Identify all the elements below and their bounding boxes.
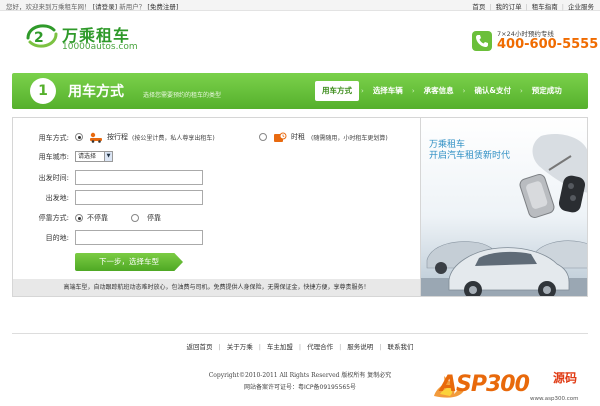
stop-none-label: 不停靠 [87, 214, 108, 222]
divider: | [298, 343, 302, 351]
depart-time-input[interactable] [75, 170, 203, 185]
car-keys-image [421, 134, 587, 296]
mode-trip-hint: (按公里计费，私人尊享出租车) [132, 134, 215, 142]
watermark-brand: ASP300 [440, 372, 530, 397]
footer-link-about[interactable]: 关于万乘 [227, 343, 253, 351]
footer-link-service[interactable]: 服务说明 [347, 343, 373, 351]
step-arrow-icon: › [462, 87, 466, 95]
logo-icon[interactable]: 2 [24, 20, 60, 52]
step-arrow-icon: › [361, 87, 364, 95]
welcome-area: 您好，欢迎来到万乘租车网！ [请登录] 新用户？ [免费注册] [6, 1, 178, 11]
step-tab-mode: 用车方式 [315, 81, 359, 101]
car-icon [89, 132, 103, 143]
divider: | [258, 343, 261, 351]
top-nav-home[interactable]: 首页 [472, 3, 485, 11]
footer-link-join[interactable]: 车主加盟 [267, 343, 293, 351]
divider: | [339, 343, 342, 351]
step-number: 1 [30, 78, 56, 104]
hotline-number: 400-600-5555 [497, 37, 599, 52]
stop-option-none[interactable]: 不停靠 [75, 211, 108, 225]
step-tab-confirm: 确认&支付 [474, 86, 511, 95]
top-nav-guide[interactable]: 租车指南 [532, 3, 558, 11]
top-bar: 您好，欢迎来到万乘租车网！ [请登录] 新用户？ [免费注册] 首页 | 我的订单 |… [0, 0, 600, 11]
watermark-brand-cn: 源码 [553, 371, 578, 385]
login-link[interactable]: [请登录] [93, 3, 118, 11]
depart-time-label: 出发时间: [38, 174, 69, 182]
stop-yes-radio[interactable] [131, 214, 139, 222]
mode-trip-label: 按行程 [107, 133, 128, 141]
chevron-down-icon: ▼ [104, 152, 112, 161]
city-select[interactable]: 请选择 ▼ [75, 151, 113, 162]
depart-place-label: 出发地: [45, 194, 69, 202]
footer-nav: 返回首页 | 关于万乘 | 车主加盟 | 代理合作 | 服务说明 | 联系我们 [0, 341, 600, 351]
divider: | [525, 3, 528, 11]
step-tab-vehicle: 选择车辆 [372, 86, 403, 95]
step-arrow-icon: › [411, 87, 415, 95]
step-arrow-icon: › [519, 87, 523, 95]
mode-option-hourly[interactable]: 时租 (随需随用，小时租车更划算) [259, 130, 388, 144]
watermark-url: www.asp300.com [530, 396, 579, 402]
step-tab-passenger: 承客信息 [423, 86, 454, 95]
city-label: 用车城市: [38, 153, 69, 161]
step-subtitle: 选择您需要预约的租车的类型 [143, 92, 222, 99]
promo-banner[interactable]: 万乘租车 开启汽车租赁新时代 [420, 117, 588, 297]
divider: | [379, 343, 382, 351]
phone-icon [472, 31, 492, 51]
stop-label: 停靠方式: [38, 214, 69, 222]
divider: | [218, 343, 221, 351]
footer-link-agent[interactable]: 代理合作 [307, 343, 333, 351]
top-nav-enterprise[interactable]: 企业服务 [568, 3, 594, 11]
stop-option-yes[interactable]: 停靠 [131, 211, 161, 225]
next-step-button[interactable]: 下一步，选择车型 [75, 253, 183, 271]
step-title: 用车方式 [68, 84, 124, 100]
mode-label: 用车方式: [38, 134, 69, 142]
mode-trip-radio[interactable] [75, 133, 83, 141]
destination-input[interactable] [75, 230, 203, 245]
service-notice: 高端车型，自动跟踪航班动态难时放心，包油费与司机，免费提供人身保险，无需保证金，… [13, 279, 420, 296]
register-link[interactable]: [免费注册] [147, 3, 178, 11]
divider: | [561, 3, 564, 11]
footer-divider [12, 333, 588, 334]
clock-icon [273, 132, 287, 142]
logo-domain: 10000autos.com [62, 42, 138, 52]
step-progress: 用车方式 › 选择车辆 › 承客信息 › 确认&支付 › 预定成功 [315, 81, 569, 101]
footer-link-home[interactable]: 返回首页 [186, 343, 212, 351]
welcome-text: 您好，欢迎来到万乘租车网！ [6, 3, 91, 11]
divider: | [489, 3, 492, 11]
footer-link-contact[interactable]: 联系我们 [388, 343, 414, 351]
mode-option-trip[interactable]: 按行程 (按公里计费，私人尊享出租车) [75, 130, 215, 144]
booking-form: 用车方式: 按行程 (按公里计费，私人尊享出租车) 时租 (随需随用，小时租车更… [12, 117, 420, 297]
mode-hourly-label: 时租 [291, 133, 305, 141]
top-nav: 首页 | 我的订单 | 租车指南 | 企业服务 [472, 1, 594, 11]
step-banner: 1 用车方式 选择您需要预约的租车的类型 用车方式 › 选择车辆 › 承客信息 … [12, 73, 588, 109]
svg-text:2: 2 [34, 30, 44, 46]
mode-hourly-hint: (随需随用，小时租车更划算) [311, 134, 388, 142]
stop-none-radio[interactable] [75, 214, 83, 222]
top-nav-orders[interactable]: 我的订单 [496, 3, 522, 11]
mode-hourly-radio[interactable] [259, 133, 267, 141]
city-select-value: 请选择 [78, 153, 97, 160]
destination-label: 目的地: [45, 234, 69, 242]
stop-yes-label: 停靠 [147, 214, 161, 222]
step-tab-success: 预定成功 [531, 86, 562, 95]
new-user-text: 新用户？ [119, 3, 146, 11]
depart-place-input[interactable] [75, 190, 203, 205]
